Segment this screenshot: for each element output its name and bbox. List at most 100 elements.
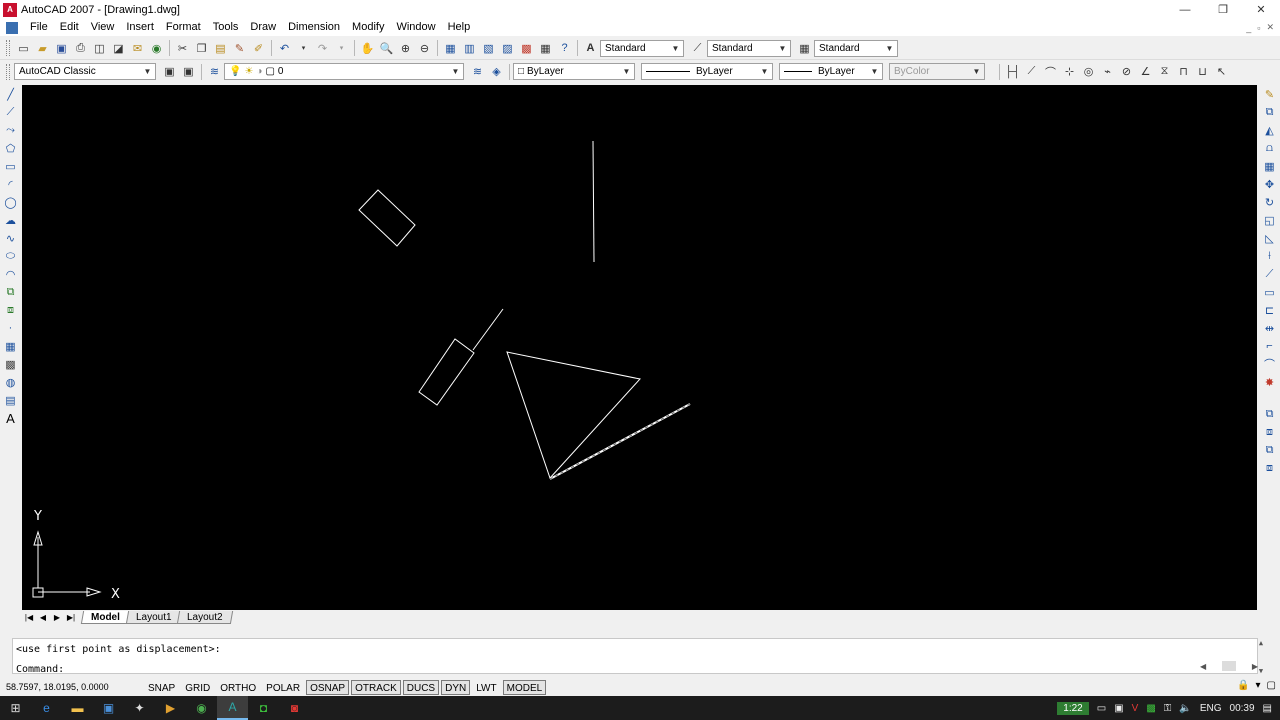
- draw-order-back-icon[interactable]: ⧈: [1260, 423, 1279, 441]
- text-style-icon[interactable]: A: [581, 39, 600, 58]
- notification-icon[interactable]: ▤: [1263, 703, 1272, 714]
- scroll-right-icon[interactable]: ▶: [1252, 662, 1258, 671]
- tab-layout1[interactable]: Layout1: [125, 610, 182, 624]
- network-icon[interactable]: ▭: [1097, 703, 1106, 714]
- mirror-icon[interactable]: ◭: [1260, 121, 1279, 139]
- toolbar-grip[interactable]: [6, 40, 10, 56]
- chevron-down-icon[interactable]: ▼: [869, 65, 880, 78]
- dyn-toggle[interactable]: DYN: [441, 680, 471, 695]
- break-icon[interactable]: ⊏: [1260, 301, 1279, 319]
- doc-minimize-button[interactable]: _: [1246, 23, 1251, 33]
- gradient-icon[interactable]: ▩: [1, 355, 20, 373]
- zoom-previous-icon[interactable]: ⊖: [415, 39, 434, 58]
- command-text-area[interactable]: <use first point as displacement>: Comma…: [12, 638, 1263, 677]
- draw-order-under-icon[interactable]: ⧈: [1260, 459, 1279, 477]
- volume-icon[interactable]: 🔈: [1179, 703, 1191, 714]
- rectangle-icon[interactable]: ▭: [1, 157, 20, 175]
- array-icon[interactable]: ▦: [1260, 157, 1279, 175]
- chamfer-icon[interactable]: ⌐: [1260, 337, 1279, 355]
- save-icon[interactable]: ▣: [52, 39, 71, 58]
- doc-restore-button[interactable]: ▫: [1257, 23, 1260, 33]
- doc-close-button[interactable]: ✕: [1266, 22, 1274, 33]
- menu-draw[interactable]: Draw: [244, 19, 282, 36]
- shield-icon[interactable]: ▩: [1146, 703, 1155, 714]
- make-object-layer-current-icon[interactable]: ≋: [468, 62, 487, 81]
- close-button[interactable]: ✕: [1242, 0, 1280, 19]
- chevron-down-icon[interactable]: ▼: [450, 65, 461, 78]
- text-style-select[interactable]: Standard ▼: [600, 39, 684, 57]
- rotated-rectangle-1[interactable]: [358, 189, 416, 247]
- minimize-button[interactable]: —: [1166, 0, 1204, 19]
- command-hscrollbar[interactable]: ◀ ▶: [1200, 660, 1258, 672]
- table-style-icon[interactable]: ▦: [795, 39, 814, 58]
- lock-icon[interactable]: 🔒: [1237, 680, 1249, 691]
- media-icon[interactable]: ▶: [155, 696, 186, 720]
- menu-edit[interactable]: Edit: [54, 19, 85, 36]
- restore-button[interactable]: ❐: [1204, 0, 1242, 19]
- make-block-icon[interactable]: ⧈: [1, 301, 20, 319]
- design-center-icon[interactable]: ▥: [460, 39, 479, 58]
- quick-dimension-icon[interactable]: ⧖: [1155, 62, 1174, 81]
- aligned-dimension-icon[interactable]: ⟋: [1022, 62, 1041, 81]
- clock[interactable]: 00:39: [1230, 703, 1255, 714]
- menu-dimension[interactable]: Dimension: [282, 19, 346, 36]
- chevron-down-icon[interactable]: ▼: [621, 65, 632, 78]
- revision-cloud-icon[interactable]: ☁: [1, 211, 20, 229]
- ducs-toggle[interactable]: DUCS: [402, 680, 440, 695]
- linear-dimension-icon[interactable]: ├┤: [1003, 62, 1022, 81]
- lwt-toggle[interactable]: LWT: [472, 680, 500, 695]
- scroll-thumb[interactable]: [1222, 661, 1236, 671]
- plot-preview-icon[interactable]: ◫: [90, 39, 109, 58]
- point-icon[interactable]: ·: [1, 319, 20, 337]
- clean-screen-icon[interactable]: ▢: [1267, 680, 1276, 691]
- ortho-toggle[interactable]: ORTHO: [216, 680, 260, 695]
- layer-properties-icon[interactable]: ≋: [205, 62, 224, 81]
- workspace-select[interactable]: AutoCAD Classic ▼: [14, 63, 156, 80]
- snap-toggle[interactable]: SNAP: [144, 680, 179, 695]
- extend-icon[interactable]: ⟋: [1260, 265, 1279, 283]
- baseline-dimension-icon[interactable]: ⊓: [1174, 62, 1193, 81]
- scroll-up-icon[interactable]: ▲: [1259, 639, 1263, 647]
- diameter-dimension-icon[interactable]: ⊘: [1117, 62, 1136, 81]
- radius-dimension-icon[interactable]: ◎: [1079, 62, 1098, 81]
- explode-icon[interactable]: ✸: [1260, 373, 1279, 391]
- multiline-text-icon[interactable]: A: [1, 409, 20, 427]
- chevron-down-icon[interactable]: ▼: [759, 65, 770, 78]
- command-prompt[interactable]: Command:: [16, 663, 64, 677]
- tool-palettes-icon[interactable]: ▧: [479, 39, 498, 58]
- zoom-realtime-icon[interactable]: 🔍: [377, 39, 396, 58]
- stretch-icon[interactable]: ◺: [1260, 229, 1279, 247]
- arc-icon[interactable]: ◜: [1, 175, 20, 193]
- chevron-down-icon[interactable]: ▼: [884, 42, 895, 55]
- scroll-left-icon[interactable]: ◀: [1200, 662, 1206, 671]
- fillet-icon[interactable]: ⌒: [1260, 355, 1279, 373]
- redo-icon[interactable]: ↷: [313, 39, 332, 58]
- tab-model[interactable]: Model: [80, 610, 131, 624]
- windows-start-icon[interactable]: ⊞: [0, 696, 31, 720]
- break-at-point-icon[interactable]: ▭: [1260, 283, 1279, 301]
- menu-window[interactable]: Window: [390, 19, 441, 36]
- draw-order-above-icon[interactable]: ⧉: [1260, 441, 1279, 459]
- join-icon[interactable]: ⇹: [1260, 319, 1279, 337]
- rotated-rectangle-2[interactable]: [418, 338, 475, 406]
- ellipse-icon[interactable]: ⬭: [1, 247, 20, 265]
- 3d-dwf-icon[interactable]: ◉: [147, 39, 166, 58]
- zoom-window-icon[interactable]: ⊕: [396, 39, 415, 58]
- chevron-down-icon[interactable]: ▼: [142, 65, 153, 78]
- usb-icon[interactable]: ⚿: [1164, 703, 1172, 714]
- language-indicator[interactable]: ENG: [1200, 703, 1222, 714]
- leader-icon[interactable]: ↖: [1212, 62, 1231, 81]
- lineweight-select[interactable]: ByLayer ▼: [779, 63, 883, 80]
- angular-dimension-icon[interactable]: ∠: [1136, 62, 1155, 81]
- powerpoint-icon[interactable]: ▣: [93, 696, 124, 720]
- drawing-canvas[interactable]: X Y: [22, 85, 1257, 611]
- draw-order-front-icon[interactable]: ⧉: [1260, 405, 1279, 423]
- display-icon[interactable]: ▣: [1114, 703, 1123, 714]
- dimension-style-select[interactable]: Standard ▼: [707, 39, 791, 57]
- undo-dropdown-icon[interactable]: ▾: [294, 39, 313, 58]
- next-tab-icon[interactable]: ▶: [50, 611, 64, 623]
- triangle[interactable]: [506, 351, 641, 479]
- etransmit-icon[interactable]: ✉: [128, 39, 147, 58]
- last-tab-icon[interactable]: ▶|: [64, 611, 78, 623]
- workspace-settings-icon[interactable]: ▣: [160, 62, 179, 81]
